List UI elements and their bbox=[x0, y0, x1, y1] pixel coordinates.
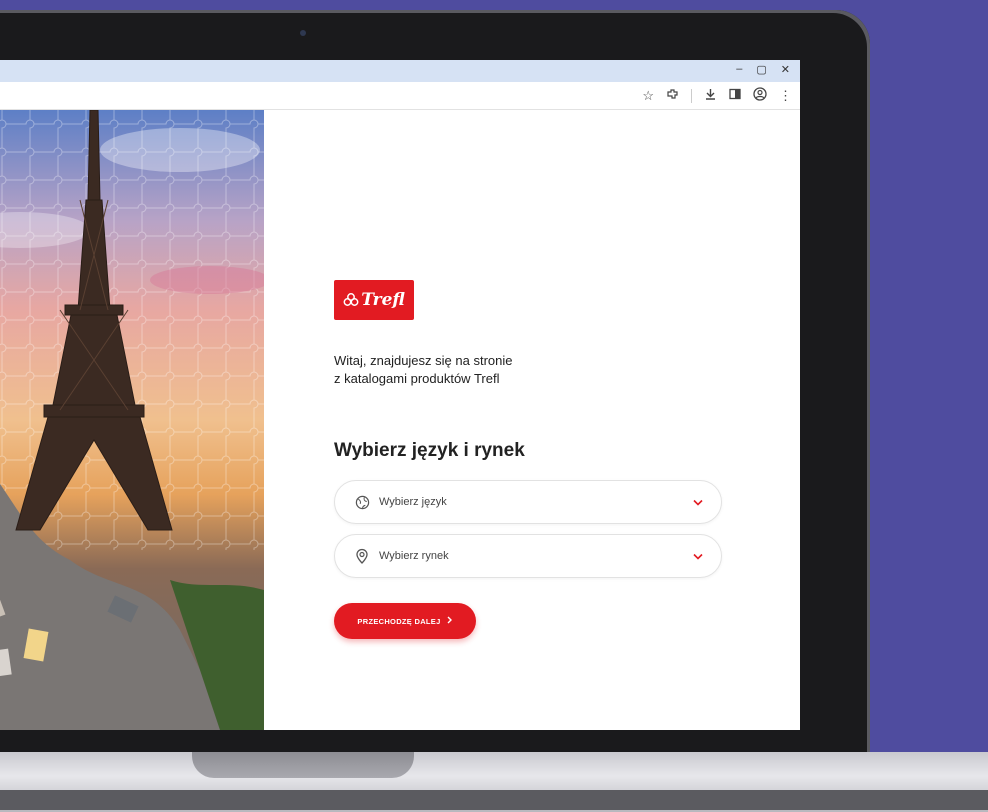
download-icon[interactable] bbox=[704, 88, 717, 104]
laptop-lid: – ▢ ✕ ☆ ⋮ Trefl Witaj, znajdujesz się na… bbox=[0, 10, 870, 755]
close-button[interactable]: ✕ bbox=[781, 63, 790, 76]
browser-window: – ▢ ✕ ☆ ⋮ Trefl Witaj, znajdujesz się na… bbox=[0, 60, 800, 730]
chevron-right-icon bbox=[447, 616, 453, 626]
laptop-notch bbox=[192, 752, 414, 778]
chevron-down-icon bbox=[693, 553, 703, 560]
trefl-logo[interactable]: Trefl bbox=[334, 280, 414, 320]
hero-puzzle-image bbox=[0, 110, 264, 730]
star-icon[interactable]: ☆ bbox=[642, 88, 654, 104]
globe-icon bbox=[353, 493, 371, 511]
toolbar-icons: ☆ ⋮ bbox=[642, 87, 792, 104]
toolbar-separator bbox=[691, 88, 692, 103]
continue-button[interactable]: PRZECHODZĘ DALEJ bbox=[334, 603, 476, 639]
sidebar-icon[interactable] bbox=[729, 88, 741, 103]
extension-icon[interactable] bbox=[666, 88, 679, 104]
profile-icon[interactable] bbox=[753, 87, 767, 104]
minimize-button[interactable]: – bbox=[736, 63, 742, 76]
market-select-label: Wybierz rynek bbox=[379, 550, 449, 562]
menu-icon[interactable]: ⋮ bbox=[779, 88, 792, 104]
window-controls: – ▢ ✕ bbox=[736, 63, 790, 76]
laptop-base-edge bbox=[0, 790, 988, 810]
language-select[interactable]: Wybierz język bbox=[334, 480, 722, 524]
logo-text: Trefl bbox=[361, 290, 405, 310]
browser-toolbar: ☆ ⋮ bbox=[0, 82, 800, 110]
eiffel-tower-illustration bbox=[0, 110, 264, 730]
continue-button-label: PRZECHODZĘ DALEJ bbox=[357, 616, 441, 626]
browser-titlebar: – ▢ ✕ bbox=[0, 60, 800, 82]
page-title: Wybierz język i rynek bbox=[334, 440, 525, 461]
clover-icon bbox=[343, 293, 359, 306]
chevron-down-icon bbox=[693, 499, 703, 506]
market-select[interactable]: Wybierz rynek bbox=[334, 534, 722, 578]
language-select-label: Wybierz język bbox=[379, 496, 447, 508]
camera-dot bbox=[300, 30, 306, 36]
intro-line-2: z katalogami produktów Trefl bbox=[334, 371, 500, 386]
restore-button[interactable]: ▢ bbox=[756, 63, 766, 76]
location-pin-icon bbox=[353, 547, 371, 565]
intro-text: Witaj, znajdujesz się na stronie z katal… bbox=[334, 352, 594, 388]
main-content: Trefl Witaj, znajdujesz się na stronie z… bbox=[264, 110, 800, 730]
intro-line-1: Witaj, znajdujesz się na stronie bbox=[334, 353, 513, 368]
